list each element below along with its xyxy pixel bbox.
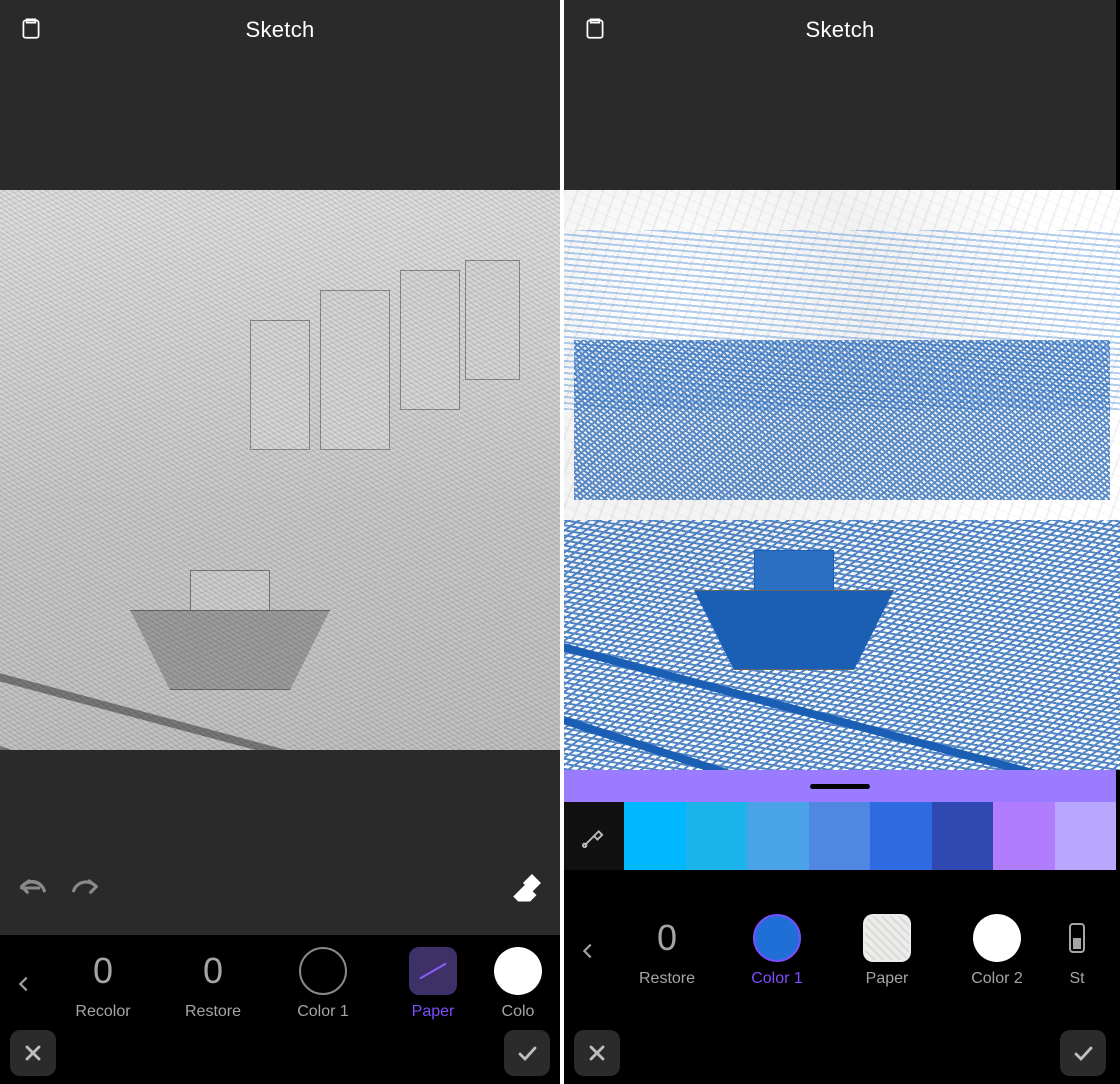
tool-label: Color 1 [297, 1003, 349, 1021]
sketch-image-grey [0, 190, 560, 750]
color-ring-icon [299, 947, 347, 995]
tool-label: Paper [866, 970, 909, 988]
swatch-3[interactable] [809, 802, 871, 870]
tool-color1[interactable]: Color 1 [268, 947, 378, 1021]
undo-button[interactable] [16, 871, 50, 910]
tools-scroller[interactable]: 0 Restore Color 1 Paper Color 2 St [612, 914, 1116, 988]
tool-label: Restore [639, 970, 695, 988]
clipboard-icon[interactable] [18, 15, 44, 46]
tools-back-button[interactable] [0, 973, 48, 995]
tool-color2[interactable]: Color 2 [942, 914, 1052, 988]
canvas-bottom-padding [0, 750, 560, 845]
tools-back-button[interactable] [564, 940, 612, 962]
header: Sketch [564, 0, 1116, 60]
tool-label: Restore [185, 1003, 241, 1021]
confirm-button[interactable] [504, 1030, 550, 1076]
undo-redo-row [0, 845, 560, 935]
tools-scroller[interactable]: 0 Recolor 0 Restore Color 1 Paper Colo [48, 947, 560, 1021]
tool-recolor[interactable]: 0 Recolor [48, 947, 158, 1021]
color-swatches[interactable] [624, 802, 1116, 870]
tool-paper[interactable]: Paper [832, 914, 942, 988]
tool-paper[interactable]: Paper [378, 947, 488, 1021]
confirm-row [0, 1022, 560, 1084]
confirm-row [564, 1022, 1116, 1084]
tools-row: 0 Recolor 0 Restore Color 1 Paper Colo [0, 935, 560, 1022]
canvas[interactable] [0, 190, 560, 750]
paper-tile-icon [863, 914, 911, 962]
cancel-button[interactable] [10, 1030, 56, 1076]
canvas[interactable] [564, 190, 1116, 770]
paper-tile-icon [409, 947, 457, 995]
eraser-button[interactable] [510, 871, 544, 910]
color-ring-icon [494, 947, 542, 995]
canvas-top-padding [564, 60, 1116, 190]
tool-strength-partial[interactable]: St [1052, 914, 1102, 988]
tool-label: Colo [502, 1003, 535, 1021]
screen-left: Sketch [0, 0, 560, 1084]
page-title: Sketch [0, 17, 560, 43]
swatch-drawer-handle[interactable] [564, 770, 1116, 802]
strength-icon [1064, 918, 1090, 958]
clipboard-icon[interactable] [582, 15, 608, 46]
swatch-7[interactable] [1055, 802, 1117, 870]
confirm-button[interactable] [1060, 1030, 1106, 1076]
cancel-button[interactable] [574, 1030, 620, 1076]
swatch-0[interactable] [624, 802, 686, 870]
tool-label: St [1069, 970, 1084, 988]
swatch-6[interactable] [993, 802, 1055, 870]
swatch-2[interactable] [747, 802, 809, 870]
tool-label: Recolor [75, 1003, 130, 1021]
tool-value: 0 [203, 947, 223, 995]
color-ring-icon [973, 914, 1021, 962]
page-title: Sketch [564, 17, 1116, 43]
color-ring-icon [753, 914, 801, 962]
drag-handle-icon [810, 784, 870, 789]
tool-value: 0 [657, 914, 677, 962]
tool-restore[interactable]: 0 Restore [612, 914, 722, 988]
tool-label: Color 1 [751, 970, 803, 988]
tool-color1[interactable]: Color 1 [722, 914, 832, 988]
tool-label: Color 2 [971, 970, 1023, 988]
tool-value: 0 [93, 947, 113, 995]
tool-color2-partial[interactable]: Colo [488, 947, 548, 1021]
tool-label: Paper [412, 1003, 455, 1021]
swatch-4[interactable] [870, 802, 932, 870]
swatch-5[interactable] [932, 802, 994, 870]
tools-row: 0 Restore Color 1 Paper Color 2 St [564, 870, 1116, 1022]
swatch-1[interactable] [686, 802, 748, 870]
canvas-top-padding [0, 60, 560, 190]
sketch-image-blue [564, 190, 1120, 770]
swatch-row [564, 802, 1116, 870]
header: Sketch [0, 0, 560, 60]
eyedropper-button[interactable] [564, 802, 624, 870]
redo-button[interactable] [68, 871, 102, 910]
tool-restore[interactable]: 0 Restore [158, 947, 268, 1021]
screen-right: Sketch 0 Restore [560, 0, 1116, 1084]
